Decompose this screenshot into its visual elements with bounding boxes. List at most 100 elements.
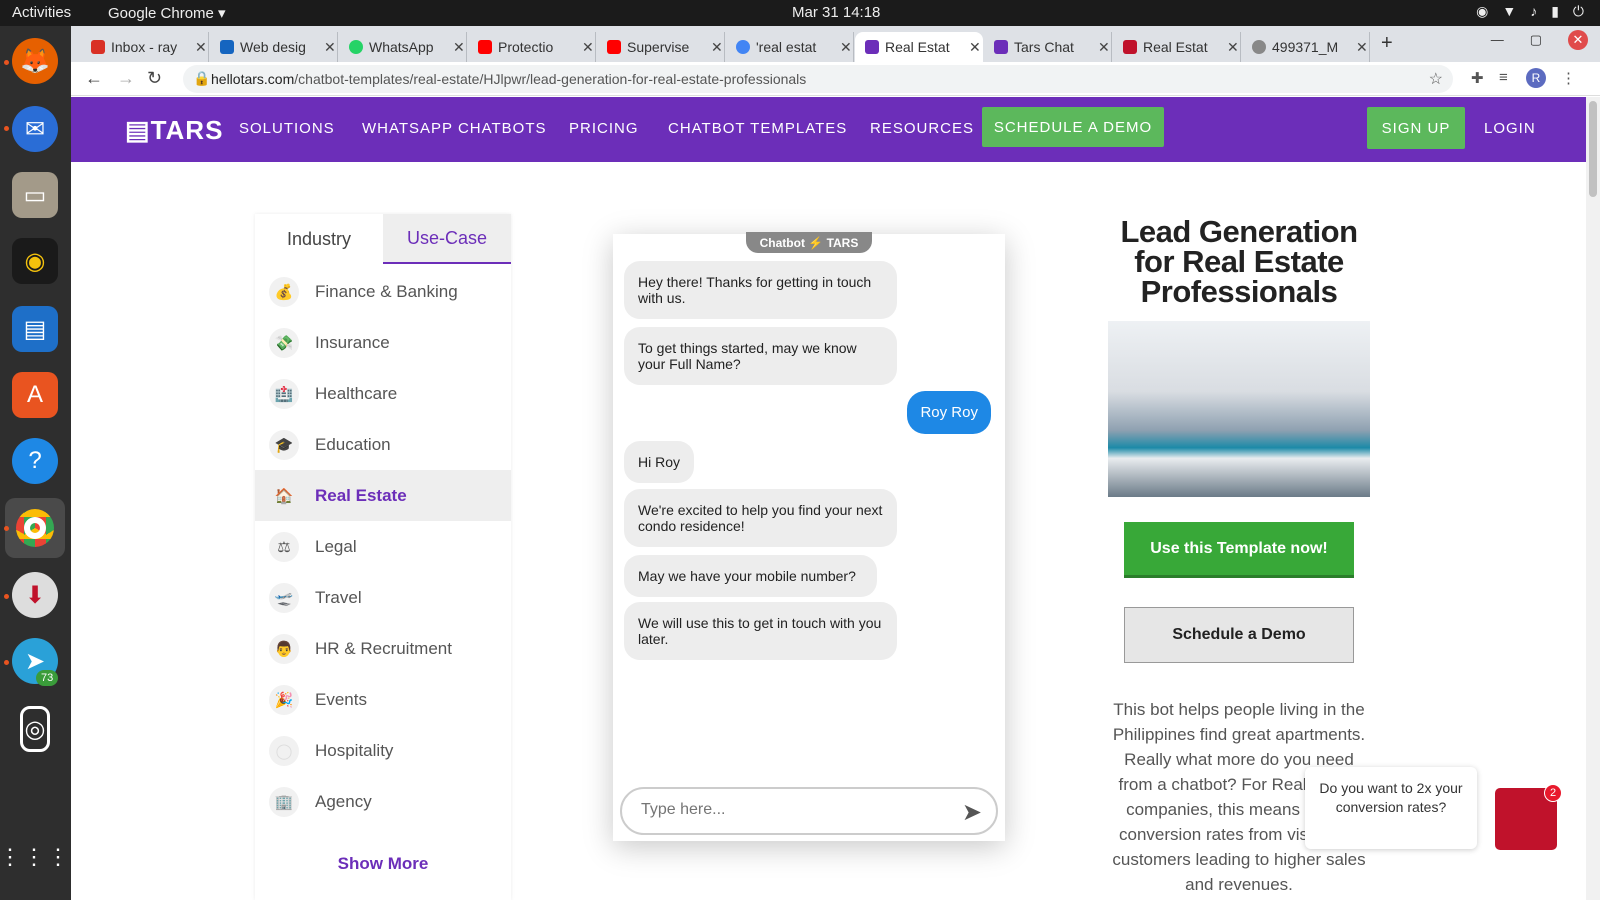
chrome-icon[interactable]	[5, 498, 65, 558]
browser-tab[interactable]: Protectio ✕	[468, 32, 596, 62]
schedule-demo-button-secondary[interactable]: Schedule a Demo	[1124, 607, 1354, 663]
new-tab-icon[interactable]: +	[1381, 32, 1393, 55]
close-icon[interactable]: ✕	[195, 39, 207, 56]
kitchen-photo	[1108, 321, 1370, 497]
tars-logo[interactable]: ▤TARS	[125, 115, 223, 146]
industry-item-events[interactable]: 🎉 Events	[255, 674, 511, 725]
search-icon	[736, 40, 750, 54]
lock-icon: 🔒	[193, 70, 211, 86]
browser-tab[interactable]: WhatsApp ✕	[339, 32, 467, 62]
chat-input-box: ➤	[620, 787, 998, 835]
page-scrollbar[interactable]	[1586, 97, 1600, 900]
url-bar[interactable]: 🔒 hellotars.com/chatbot-templates/real-es…	[183, 65, 1453, 93]
close-icon[interactable]: ✕	[453, 39, 465, 56]
tab-strip: Inbox - ray ✕ Web desig ✕ WhatsApp ✕ Protec…	[71, 26, 1600, 62]
nav-solutions[interactable]: SOLUTIONS	[239, 120, 335, 137]
browser-tab[interactable]: 'real estat ✕	[726, 32, 854, 62]
close-icon[interactable]: ✕	[711, 39, 723, 56]
nav-pricing[interactable]: PRICING	[569, 120, 639, 137]
nav-chatbot-templates[interactable]: CHATBOT TEMPLATES	[668, 120, 847, 137]
youtube-icon	[478, 40, 492, 54]
software-icon[interactable]: A	[12, 372, 58, 418]
close-icon[interactable]: ✕	[1356, 39, 1368, 56]
firefox-icon[interactable]: 🦊	[12, 38, 58, 84]
send-icon[interactable]: ➤	[962, 798, 982, 827]
profile-avatar[interactable]: R	[1526, 68, 1546, 88]
industry-item-hospitality[interactable]: ◯ Hospitality	[255, 725, 511, 776]
app-grid-icon[interactable]: ⋮⋮⋮	[0, 834, 69, 880]
window-close-icon[interactable]: ✕	[1568, 30, 1588, 50]
show-more-link[interactable]: Show More	[255, 854, 511, 874]
nav-whatsapp-chatbots[interactable]: WHATSAPP CHATBOTS	[362, 120, 547, 137]
close-icon[interactable]: ✕	[1227, 39, 1239, 56]
close-icon[interactable]: ✕	[324, 39, 336, 56]
maximize-icon[interactable]: ▢	[1530, 32, 1542, 50]
browser-tab-active[interactable]: Real Estat ✕	[855, 32, 983, 62]
address-toolbar: ← → ↻ 🔒 hellotars.com/chatbot-templates/r…	[71, 62, 1600, 96]
files-icon[interactable]: ▭	[12, 172, 58, 218]
volume-icon: ♪	[1530, 3, 1538, 19]
scrollbar-thumb[interactable]	[1589, 101, 1597, 197]
sign-up-button[interactable]: SIGN UP	[1367, 107, 1465, 149]
close-icon[interactable]: ✕	[1098, 39, 1110, 56]
notification-badge: 2	[1544, 784, 1562, 802]
youtube-icon	[607, 40, 621, 54]
running-indicator	[4, 594, 9, 599]
extensions-icon[interactable]: ✚	[1471, 69, 1484, 87]
browser-tab[interactable]: Inbox - ray ✕	[81, 32, 209, 62]
bot-message: May we have your mobile number?	[624, 555, 877, 597]
reload-icon[interactable]: ↻	[147, 68, 162, 89]
star-icon[interactable]: ☆	[1429, 69, 1443, 89]
industry-item-travel[interactable]: 🛫 Travel	[255, 572, 511, 623]
schedule-demo-button[interactable]: SCHEDULE A DEMO	[982, 107, 1164, 147]
forward-icon[interactable]: →	[117, 68, 135, 89]
browser-tab[interactable]: 499371_M ✕	[1242, 32, 1370, 62]
industry-item-education[interactable]: 🎓 Education	[255, 419, 511, 470]
app-menu[interactable]: Google Chrome ▾	[108, 4, 226, 22]
writer-icon[interactable]: ▤	[12, 306, 58, 352]
graduation-cap-icon: 🎓	[269, 429, 299, 460]
bot-message: Hey there! Thanks for getting in touch w…	[624, 261, 897, 319]
close-icon[interactable]: ✕	[582, 39, 594, 56]
close-icon[interactable]: ✕	[969, 39, 981, 56]
installer-icon[interactable]: ⬇	[12, 572, 58, 618]
chat-popup-message[interactable]: Do you want to 2x your conversion rates?	[1305, 767, 1477, 849]
nav-resources[interactable]: RESOURCES	[870, 120, 974, 137]
usb-icon[interactable]: ◎	[20, 706, 50, 752]
industry-item-real-estate[interactable]: 🏠 Real Estate	[255, 470, 511, 521]
user-message: Roy Roy	[907, 391, 991, 434]
use-template-button[interactable]: Use this Template now!	[1124, 522, 1354, 578]
industry-item-finance[interactable]: 💰 Finance & Banking	[255, 266, 511, 317]
tab-use-case[interactable]: Use-Case	[383, 214, 511, 264]
whatsapp-icon	[349, 40, 363, 54]
menu-icon[interactable]: ⋮	[1561, 69, 1576, 87]
page-title: Lead Generation for Real Estate Professi…	[1120, 214, 1358, 309]
close-icon[interactable]: ✕	[840, 39, 852, 56]
back-icon[interactable]: ←	[85, 68, 103, 89]
clock[interactable]: Mar 31 14:18	[792, 4, 880, 21]
rhythmbox-icon[interactable]: ◉	[12, 238, 58, 284]
tab-industry[interactable]: Industry	[255, 214, 383, 264]
industry-item-legal[interactable]: ⚖ Legal	[255, 521, 511, 572]
chatbot-preview: Chatbot ⚡ TARS Hey there! Thanks for get…	[613, 232, 1005, 841]
reading-list-icon[interactable]: ≡	[1499, 69, 1508, 86]
system-tray[interactable]: ◉ ▼ ♪ ▮ ⏻	[1476, 3, 1584, 20]
industry-item-healthcare[interactable]: 🏥 Healthcare	[255, 368, 511, 419]
browser-tab[interactable]: Web desig ✕	[210, 32, 338, 62]
browser-tab[interactable]: Tars Chat ✕	[984, 32, 1112, 62]
chat-input[interactable]	[641, 801, 941, 819]
minimize-icon[interactable]: —	[1491, 32, 1504, 50]
help-icon[interactable]: ?	[12, 438, 58, 484]
browser-tab[interactable]: Real Estat ✕	[1113, 32, 1241, 62]
running-indicator	[4, 126, 9, 131]
activities-button[interactable]: Activities	[12, 4, 71, 21]
industry-item-hr[interactable]: 👨 HR & Recruitment	[255, 623, 511, 674]
chatbot-tag: Chatbot ⚡ TARS	[746, 232, 872, 253]
running-indicator	[4, 526, 9, 531]
login-link[interactable]: LOGIN	[1484, 120, 1536, 137]
thunderbird-icon[interactable]: ✉	[12, 106, 58, 152]
browser-tab[interactable]: Supervise ✕	[597, 32, 725, 62]
industry-item-agency[interactable]: 🏢 Agency	[255, 776, 511, 827]
money-bag-icon: 💰	[269, 276, 299, 307]
industry-item-insurance[interactable]: 💸 Insurance	[255, 317, 511, 368]
